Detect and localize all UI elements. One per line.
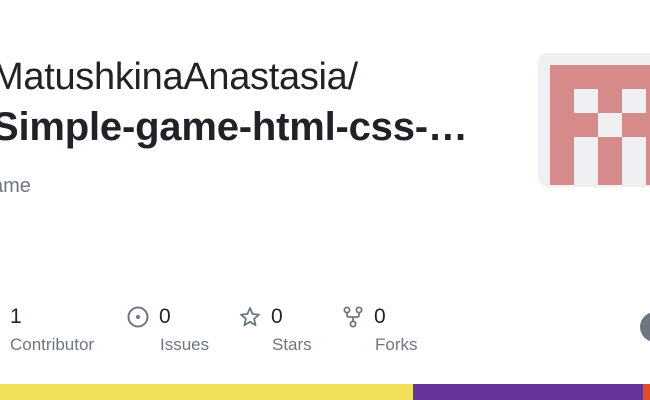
repo-owner[interactable]: MatushkinaAnastasia/: [0, 56, 358, 99]
owner-avatar[interactable]: [538, 53, 650, 187]
language-segment-2: [643, 384, 650, 400]
stars-count: 0: [271, 305, 283, 328]
stars-label: Stars: [272, 335, 312, 354]
identicon-icon: [550, 65, 650, 185]
issue-opened-icon: [127, 306, 149, 328]
language-bar: [0, 384, 650, 400]
language-segment-0: [0, 384, 414, 400]
stat-contributors[interactable]: 1 Contributor: [10, 303, 94, 355]
repo-card: MatushkinaAnastasia/ Simple-game-html-cs…: [0, 0, 650, 400]
star-icon: [239, 306, 261, 328]
repo-description: ame: [0, 175, 31, 197]
repo-name[interactable]: Simple-game-html-css-…: [0, 105, 468, 150]
github-logo-icon: [640, 312, 650, 342]
stat-forks[interactable]: 0 Forks: [342, 303, 418, 355]
issues-count: 0: [159, 305, 171, 328]
forks-count: 0: [374, 305, 386, 328]
repo-forked-icon: [342, 306, 364, 328]
issues-label: Issues: [160, 335, 210, 354]
language-segment-1: [413, 384, 644, 400]
stat-stars[interactable]: 0 Stars: [239, 303, 312, 355]
forks-label: Forks: [375, 335, 418, 354]
stat-issues[interactable]: 0 Issues: [127, 303, 209, 355]
contributors-count: 1: [10, 305, 22, 328]
contributors-label: Contributor: [10, 335, 95, 354]
